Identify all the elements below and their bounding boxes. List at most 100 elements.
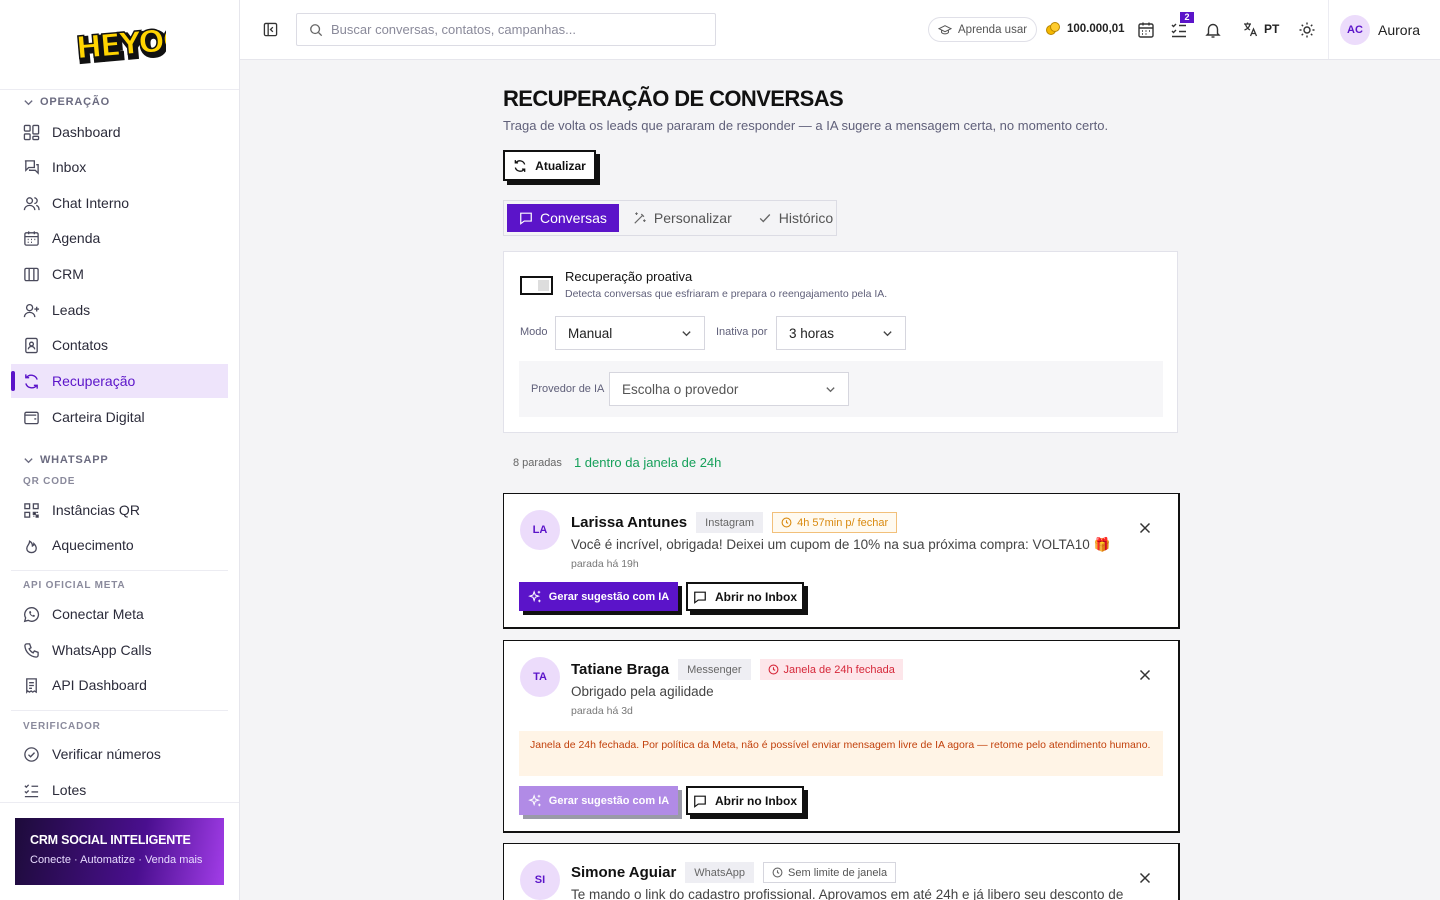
proactive-toggle[interactable] <box>520 276 553 295</box>
last-message: Obrigado pela agilidade <box>571 684 714 699</box>
logo[interactable]: HEYOO HEYOO <box>0 0 239 90</box>
sidebar-item-carteira-digital[interactable]: Carteira Digital <box>11 400 228 434</box>
inactive-select[interactable]: 3 horas <box>776 316 906 350</box>
chevron-down-icon <box>883 330 892 336</box>
kanban-icon <box>24 267 39 281</box>
subsection-verificador: VERIFICADOR <box>23 721 101 732</box>
phone-icon <box>24 642 39 658</box>
sidebar-item-verificar-numeros[interactable]: Verificar números <box>11 737 228 771</box>
settings-panel: Recuperação proativa Detecta conversas q… <box>503 251 1178 433</box>
stopped-since: parada há 3d <box>571 705 633 717</box>
magic-wand-icon <box>634 212 646 224</box>
check-circle-icon <box>24 746 39 762</box>
coins-icon <box>1046 22 1060 35</box>
sidebar-item-dashboard[interactable]: Dashboard <box>11 115 228 149</box>
learn-button[interactable]: Aprenda usar <box>928 17 1038 42</box>
promo-banner[interactable]: CRM SOCIAL INTELIGENTE Conecte · Automat… <box>15 818 224 885</box>
sidebar-item-inbox[interactable]: Inbox <box>11 150 228 184</box>
refresh-icon <box>514 159 526 172</box>
close-icon[interactable] <box>1138 871 1152 885</box>
heyoo-logo-icon: HEYOO HEYOO <box>74 21 166 69</box>
open-inbox-button[interactable]: Abrir no Inbox <box>686 786 804 815</box>
user-menu[interactable]: AC Aurora <box>1340 15 1420 45</box>
graduation-cap-icon <box>938 24 952 34</box>
conversation-card: SI Simone Aguiar WhatsApp Sem limite de … <box>503 843 1180 900</box>
sidebar-item-chat-interno[interactable]: Chat Interno <box>11 186 228 220</box>
generate-ai-suggestion-button[interactable]: Gerar sugestão com IA <box>519 582 678 611</box>
svg-text:HEYOO: HEYOO <box>74 21 165 67</box>
status-badge: 4h 57min p/ fechar <box>772 512 898 533</box>
sidebar-item-contatos[interactable]: Contatos <box>11 328 228 362</box>
inactive-label: Inativa por <box>716 326 768 338</box>
sidebar-item-whatsapp-calls[interactable]: WhatsApp Calls <box>11 633 228 667</box>
sidebar-item-agenda[interactable]: Agenda <box>11 221 228 255</box>
mode-select[interactable]: Manual <box>555 316 705 350</box>
page-subtitle: Traga de volta os leads que pararam de r… <box>503 118 1109 133</box>
check-icon <box>759 214 771 223</box>
user-plus-icon <box>23 303 40 317</box>
tasks-button[interactable]: 2 <box>1170 12 1194 42</box>
conversation-card: TA Tatiane Braga Messenger Janela de 24h… <box>503 640 1180 833</box>
dashboard-icon <box>23 124 40 140</box>
tasks-badge: 2 <box>1180 12 1194 23</box>
open-inbox-button[interactable]: Abrir no Inbox <box>686 582 804 611</box>
chevron-down-icon <box>24 99 33 105</box>
channel-badge: Messenger <box>678 659 751 680</box>
sidebar-collapse-icon[interactable] <box>263 22 278 37</box>
sun-icon[interactable] <box>1298 21 1316 39</box>
language-selector[interactable]: PT <box>1242 21 1279 37</box>
search-placeholder: Buscar conversas, contatos, campanhas... <box>331 22 576 37</box>
close-icon[interactable] <box>1138 521 1152 535</box>
inbox-icon <box>24 159 39 175</box>
sidebar-item-crm[interactable]: CRM <box>11 257 228 291</box>
sidebar-item-aquecimento[interactable]: Aquecimento <box>11 528 228 562</box>
section-operacao[interactable]: OPERAÇÃO <box>23 96 110 108</box>
qr-code-icon <box>24 502 39 518</box>
sidebar-divider <box>11 570 228 571</box>
search-input[interactable]: Buscar conversas, contatos, campanhas... <box>296 13 716 46</box>
calendar-icon[interactable] <box>1137 21 1155 39</box>
generate-ai-suggestion-button[interactable]: Gerar sugestão com IA <box>519 786 678 815</box>
promo-title: CRM SOCIAL INTELIGENTE <box>30 833 191 847</box>
tab-historico[interactable]: Histórico <box>746 204 845 232</box>
provider-label: Provedor de IA <box>531 383 605 395</box>
bell-icon[interactable] <box>1204 21 1222 39</box>
sidebar-divider <box>0 802 239 803</box>
status-badge: Sem limite de janela <box>763 862 897 883</box>
sidebar-divider <box>11 710 228 711</box>
sidebar-item-conectar-meta[interactable]: Conectar Meta <box>11 597 228 631</box>
chevron-down-icon <box>826 386 835 392</box>
receipt-icon <box>26 677 37 694</box>
avatar: LA <box>520 510 560 550</box>
flame-icon <box>26 539 37 553</box>
sidebar-item-api-dashboard[interactable]: API Dashboard <box>11 668 228 702</box>
sidebar-item-leads[interactable]: Leads <box>11 293 228 327</box>
calendar-icon <box>24 230 39 246</box>
subsection-api-meta: API OFICIAL META <box>23 580 126 591</box>
search-icon <box>310 23 323 36</box>
contact-name: Larissa Antunes <box>571 514 688 531</box>
close-icon[interactable] <box>1138 668 1152 682</box>
contact-header: Larissa Antunes Instagram 4h 57min p/ fe… <box>571 512 898 533</box>
contact-name: Tatiane Braga <box>571 661 670 678</box>
tab-personalizar[interactable]: Personalizar <box>621 204 744 232</box>
section-whatsapp[interactable]: WHATSAPP <box>23 454 109 466</box>
users-icon <box>23 196 40 210</box>
conversation-card: LA Larissa Antunes Instagram 4h 57min p/… <box>503 493 1180 629</box>
sidebar-item-lotes[interactable]: Lotes <box>11 773 228 802</box>
sidebar-item-instancias-qr[interactable]: Instâncias QR <box>11 493 228 527</box>
sparkles-icon <box>527 793 541 806</box>
contact-book-icon <box>25 337 38 353</box>
credits-display[interactable]: 100.000,01 <box>1045 21 1125 37</box>
provider-select[interactable]: Escolha o provedor <box>609 372 849 406</box>
sidebar-item-recuperacao[interactable]: Recuperação <box>11 364 228 398</box>
refresh-button[interactable]: Atualizar <box>503 150 596 181</box>
clock-icon <box>781 517 792 528</box>
avatar: TA <box>520 657 560 697</box>
status-badge: Janela de 24h fechada <box>759 659 903 680</box>
contact-header: Tatiane Braga Messenger Janela de 24h fe… <box>571 659 903 680</box>
tab-conversas[interactable]: Conversas <box>507 204 619 232</box>
user-name: Aurora <box>1378 22 1421 38</box>
chevron-down-icon <box>24 457 33 463</box>
policy-warning: Janela de 24h fechada. Por política da M… <box>519 731 1163 776</box>
